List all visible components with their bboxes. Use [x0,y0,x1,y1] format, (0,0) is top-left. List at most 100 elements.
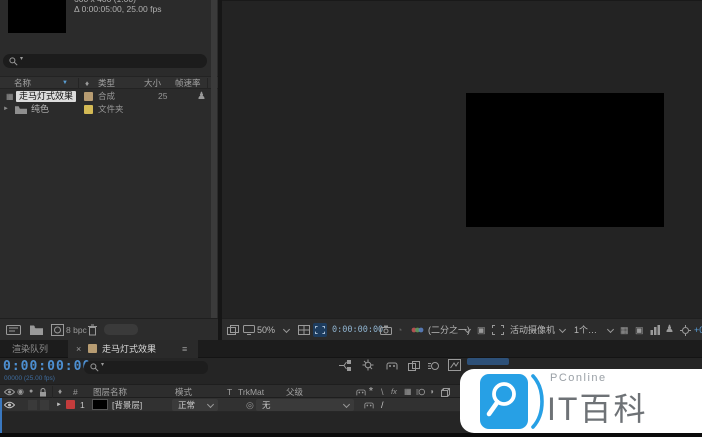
layer-label-swatch[interactable] [66,400,75,409]
snapshot-camera-icon[interactable] [380,325,392,335]
effects-switch-icon[interactable]: fx [391,385,397,399]
preview-info-line2: Δ 0:00:05:00, 25.00 fps [74,3,161,16]
layer-quality-toggle[interactable]: / [381,398,384,412]
project-search-input[interactable]: ▾ [3,54,207,68]
lock-icon[interactable] [39,388,47,397]
column-size[interactable]: 大小 [144,77,161,90]
column-divider [207,78,208,89]
item-type: 合成 [98,90,115,103]
graph-editor-icon[interactable] [448,359,461,371]
project-flowchart-pill[interactable] [104,324,138,335]
layer-shy-toggle[interactable] [364,402,374,409]
panel-menu-icon[interactable]: ≡ [182,340,187,358]
frame-blend-icon[interactable] [408,361,420,371]
layer-mode-dropdown[interactable]: 正常 [172,399,218,411]
fast-preview-icon[interactable]: ▣ [635,319,644,341]
always-preview-icon[interactable] [227,325,239,335]
shy-layers-icon[interactable] [386,362,398,370]
audio-icon[interactable]: ◉ [17,385,24,399]
search-dropdown-icon[interactable]: ▾ [101,361,104,368]
tab-composition-active[interactable]: × 走马灯式效果 ≡ [68,340,198,358]
item-name[interactable]: 纯色 [31,103,49,116]
item-name-edit-box[interactable]: 走马灯式效果 [16,91,76,102]
close-icon[interactable]: × [76,340,81,358]
video-eye-icon[interactable] [4,388,15,396]
show-channels-icon[interactable] [411,327,424,333]
region-of-interest-icon[interactable]: ▣ [477,319,486,341]
pixel-aspect-icon[interactable]: ▦ [620,319,629,341]
toggle-cell[interactable] [28,400,37,410]
watermark-title: IT百科 [547,384,647,430]
collapse-switch-icon[interactable]: * [369,385,373,399]
column-parent[interactable]: 父级 [286,385,303,399]
label-column-icon[interactable]: ♦ [85,77,89,90]
tab-label: 走马灯式效果 [102,340,156,358]
label-color-swatch[interactable] [84,92,93,101]
trash-icon[interactable] [88,324,97,336]
flowchart-icon[interactable]: ♟ [197,90,206,103]
chevron-down-icon[interactable] [607,326,614,333]
column-layer-name[interactable]: 图层名称 [93,385,127,399]
solo-icon[interactable]: ● [29,385,33,399]
magnification-dropdown[interactable]: 50% [257,319,275,341]
column-type[interactable]: 类型 [98,77,115,90]
last-snapshot-icon[interactable]: ◔ [397,319,402,341]
motion-blur-icon[interactable] [428,361,440,371]
item-type: 文件夹 [98,103,124,116]
project-item-row[interactable]: ► 纯色 文件夹 [0,103,218,116]
timeline-search-input[interactable]: ▾ [84,361,208,374]
column-t[interactable]: T [227,385,232,399]
viewer-toolbar: 50% 0:00:00:00 ◔ (二分之一) ▣ 活动摄像机 [222,318,702,340]
active-camera-dropdown[interactable]: 活动摄像机 [510,319,555,341]
time-navigator-bar[interactable] [467,358,509,365]
grid-guides-icon[interactable] [298,325,310,335]
timeline-button-icon[interactable] [650,325,661,335]
parent-pickwhip-icon[interactable]: ◎ [246,398,254,412]
new-composition-icon[interactable] [51,324,64,336]
composition-canvas[interactable] [466,93,664,227]
mask-visibility-toggle-active[interactable] [313,323,327,337]
current-time-display[interactable]: 0:00:00:00 [3,359,91,374]
project-scrollbar[interactable] [211,0,217,318]
view-layout-dropdown[interactable]: 1个… [574,319,597,341]
composition-icon: ▦ [6,90,14,103]
3d-layer-switch-icon[interactable] [441,388,450,397]
chevron-down-icon[interactable] [559,326,566,333]
transparency-grid-icon[interactable] [492,325,504,335]
layer-parent-dropdown[interactable]: 无 [256,399,354,411]
frame-blend-switch-icon[interactable]: ▦ [404,385,412,399]
motion-blur-switch-icon[interactable] [416,388,426,396]
chevron-down-icon[interactable] [283,326,290,333]
reset-exposure-icon[interactable] [680,325,691,336]
column-mode[interactable]: 模式 [175,385,192,399]
column-index[interactable]: # [73,385,78,399]
search-dropdown-icon[interactable]: ▾ [20,55,23,62]
current-time-detail: 00000 (25.00 fps) [4,375,55,382]
toggle-cell[interactable] [40,400,49,410]
shy-switch-icon[interactable] [356,389,366,396]
sort-descending-icon[interactable]: ▼ [62,77,68,89]
draft-3d-icon[interactable] [362,359,374,371]
label-column-icon[interactable]: ♦ [58,385,62,399]
mini-flowchart-icon[interactable] [338,360,352,371]
layer-name[interactable]: [背景层] [112,398,142,412]
viewer-timecode[interactable]: 0:00:00:00 [332,319,383,341]
new-folder-icon[interactable] [30,325,43,335]
interpret-footage-icon[interactable] [6,325,21,335]
monitor-icon[interactable] [243,325,255,335]
column-frame-rate[interactable]: 帧速率 [175,77,201,90]
watermark-brand: PConline [550,372,607,384]
adjustment-layer-switch-icon[interactable]: ◑ [429,385,434,399]
label-color-swatch[interactable] [84,105,93,114]
tab-render-queue[interactable]: 渲染队列 [12,340,48,358]
column-name[interactable]: 名称 [14,77,31,90]
exposure-value[interactable]: +0 [694,319,702,341]
quality-switch-icon[interactable]: \ [381,385,384,399]
layer-expand-arrow[interactable]: ► [56,398,62,412]
column-trkmat[interactable]: TrkMat [238,385,264,399]
expand-arrow-icon[interactable]: ► [3,103,9,116]
layer-eye-toggle[interactable] [4,401,15,409]
bit-depth-button[interactable]: 8 bpc [66,319,87,341]
project-item-row[interactable]: ▦ 走马灯式效果 合成 25 ♟ [0,90,218,103]
comp-flowchart-icon[interactable]: ♟ [665,319,674,341]
